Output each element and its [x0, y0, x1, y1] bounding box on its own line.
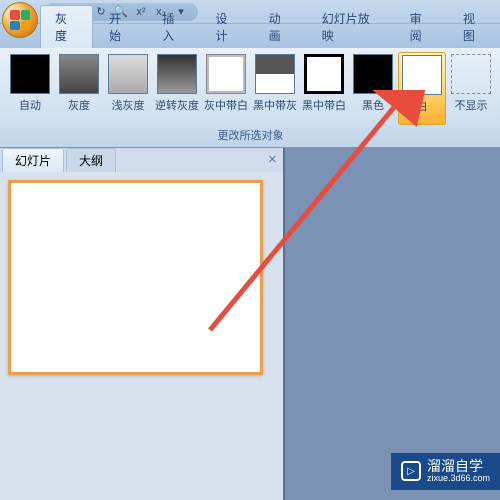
office-button[interactable]	[2, 2, 38, 38]
slide-thumbnail-1[interactable]	[8, 180, 263, 375]
ribbon-group-label: 更改所选对象	[6, 125, 495, 145]
ribbon: 自动 灰度 浅灰度 逆转灰度 灰中带白 黑中带灰	[0, 48, 500, 148]
preset-graywhite-label: 灰中带白	[204, 97, 248, 113]
preset-gray[interactable]: 灰度	[55, 52, 103, 125]
watermark: ▷ 溜溜自学 zixue.3d66.com	[391, 453, 500, 490]
panel-tab-outline[interactable]: 大纲	[66, 148, 116, 172]
swatch-black-icon	[353, 54, 393, 94]
preset-auto[interactable]: 自动	[6, 52, 54, 125]
preset-blackgray-label: 黑中带灰	[253, 97, 297, 113]
panel-close-icon[interactable]: ✕	[268, 153, 277, 166]
swatch-lightgray-icon	[108, 54, 148, 94]
preset-graywhite[interactable]: 灰中带白	[202, 52, 250, 125]
preset-invert-label: 逆转灰度	[155, 97, 199, 113]
swatch-auto-icon	[10, 54, 50, 94]
preset-lightgray[interactable]: 浅灰度	[104, 52, 152, 125]
preset-black-label: 黑色	[362, 97, 384, 113]
tab-animation[interactable]: 动画	[255, 6, 306, 48]
tab-insert[interactable]: 插入	[148, 6, 199, 48]
swatch-blackwhite-icon	[304, 54, 344, 94]
slides-panel: 幻灯片 大纲 ✕	[0, 148, 285, 500]
swatch-white-icon	[402, 55, 442, 95]
preset-blackgray[interactable]: 黑中带灰	[251, 52, 299, 125]
preset-auto-label: 自动	[19, 97, 41, 113]
ribbon-tabs: 灰度 开始 插入 设计 动画 幻灯片放映 审阅 视图	[0, 24, 500, 48]
ribbon-group-presets: 自动 灰度 浅灰度 逆转灰度 灰中带白 黑中带灰	[0, 48, 500, 147]
preset-invert[interactable]: 逆转灰度	[153, 52, 201, 125]
panel-tab-slides[interactable]: 幻灯片	[2, 148, 64, 172]
preset-blackwhite-label: 黑中带白	[302, 97, 346, 113]
swatch-graywhite-icon	[206, 54, 246, 94]
swatch-blackgray-icon	[255, 54, 295, 94]
panel-tabs: 幻灯片 大纲 ✕	[0, 148, 283, 172]
preset-none-label: 不显示	[455, 97, 488, 113]
tab-grayscale[interactable]: 灰度	[40, 5, 93, 48]
tab-design[interactable]: 设计	[201, 6, 252, 48]
tab-home[interactable]: 开始	[95, 6, 146, 48]
preset-lightgray-label: 浅灰度	[112, 97, 145, 113]
watermark-sub: zixue.3d66.com	[427, 474, 490, 484]
preset-gray-label: 灰度	[68, 97, 90, 113]
tab-view[interactable]: 视图	[449, 6, 500, 48]
watermark-title: 溜溜自学	[427, 459, 490, 474]
slide-editor[interactable]	[285, 148, 500, 500]
thumbnail-area	[0, 172, 283, 500]
preset-white[interactable]: 白	[398, 52, 446, 125]
preset-none[interactable]: 不显示	[447, 52, 495, 125]
preset-white-label: 白	[417, 98, 428, 114]
preset-black[interactable]: 黑色	[349, 52, 397, 125]
play-icon: ▷	[401, 461, 421, 481]
swatch-gray-icon	[59, 54, 99, 94]
tab-review[interactable]: 审阅	[396, 6, 447, 48]
content-area: 幻灯片 大纲 ✕	[0, 148, 500, 500]
tab-slideshow[interactable]: 幻灯片放映	[308, 6, 394, 48]
swatch-none-icon	[451, 54, 491, 94]
preset-blackwhite[interactable]: 黑中带白	[300, 52, 348, 125]
swatch-invert-icon	[157, 54, 197, 94]
